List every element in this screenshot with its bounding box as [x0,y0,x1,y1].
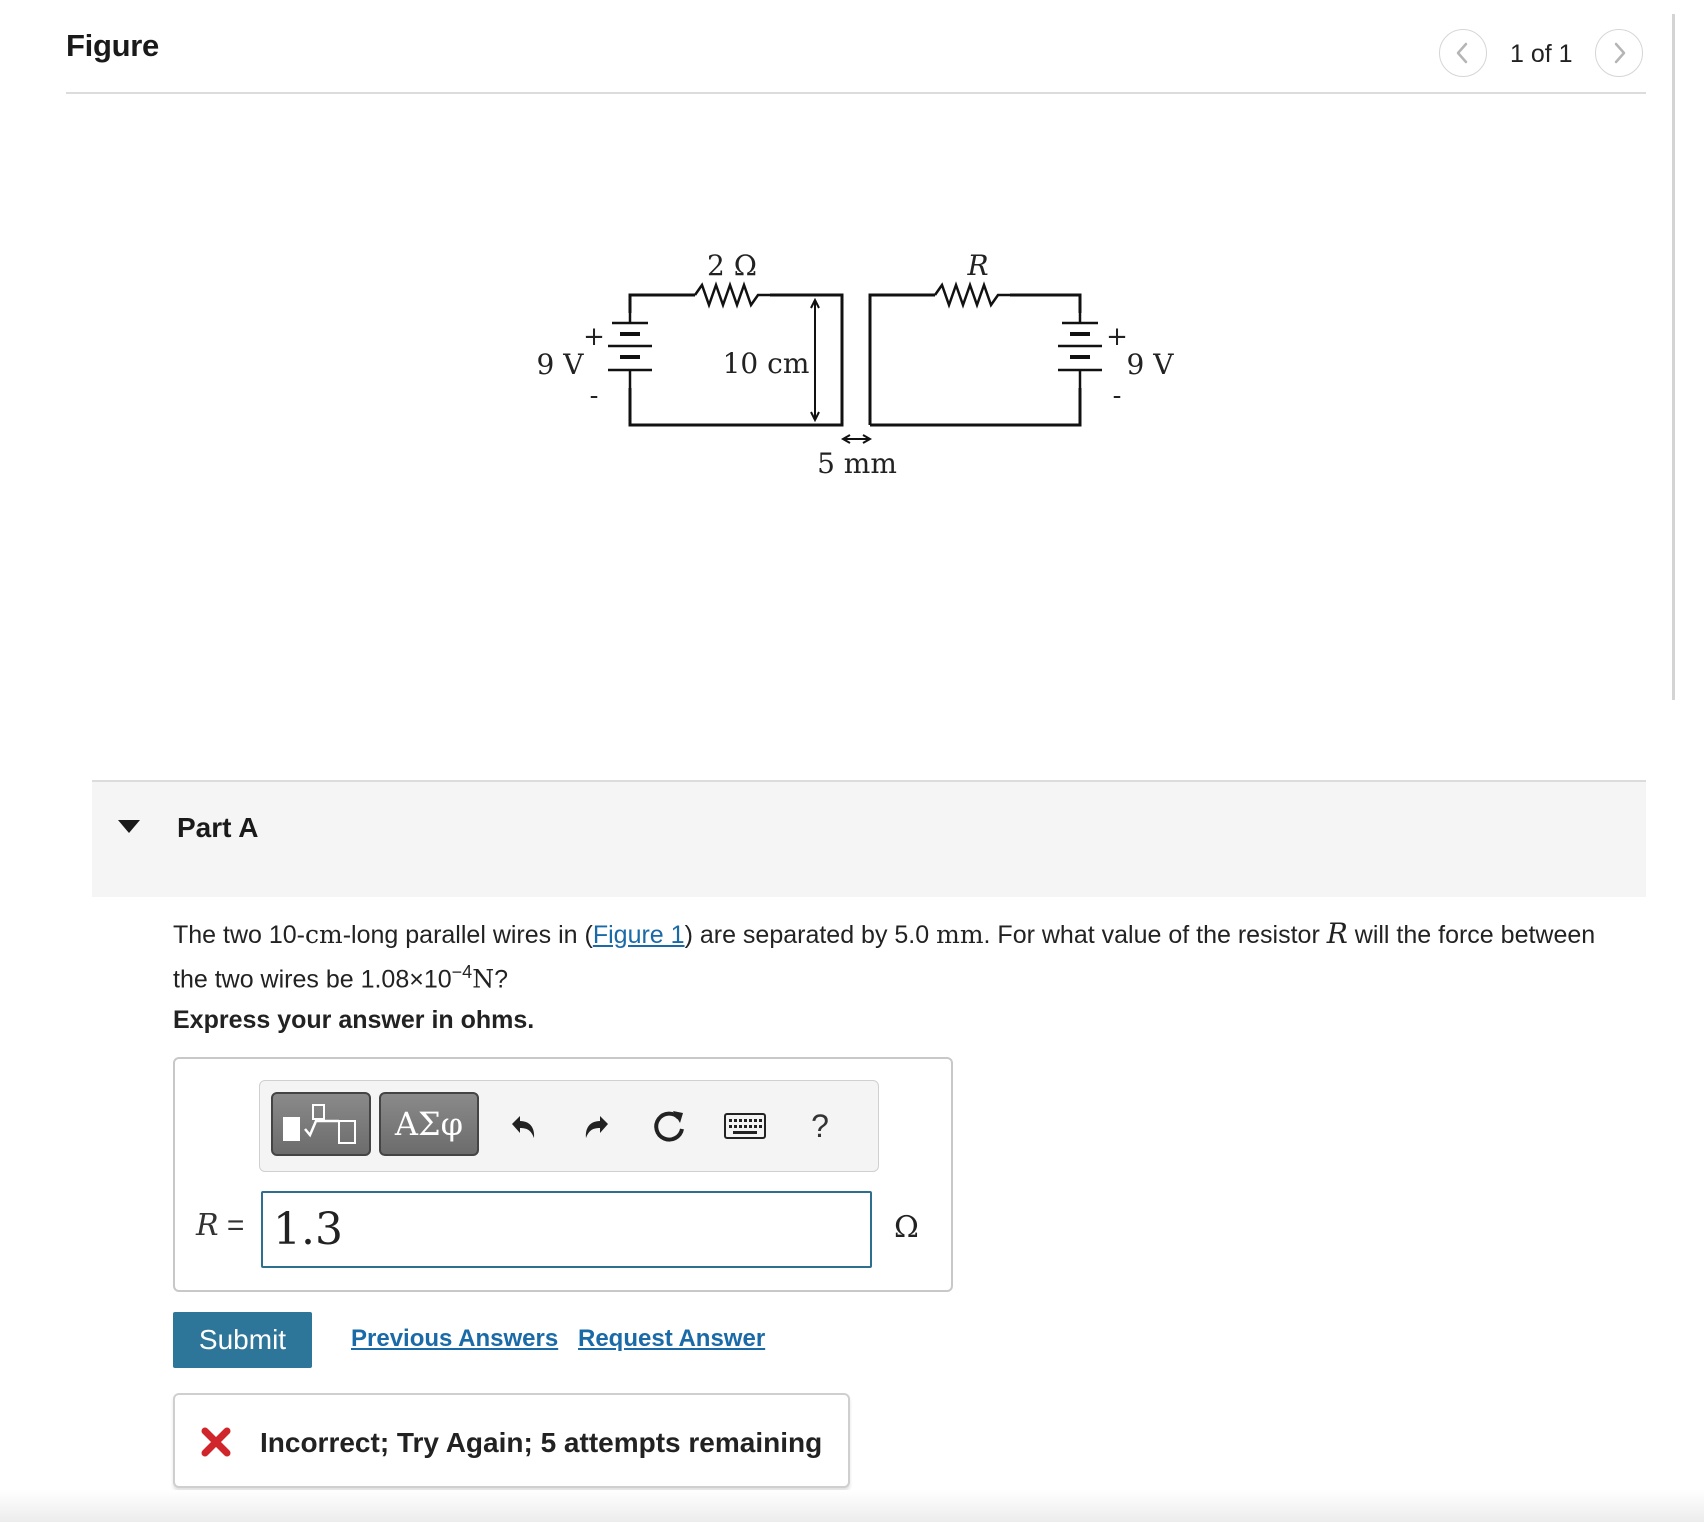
right-resistor [933,281,1010,309]
templates-icon [283,1104,356,1144]
previous-answers-link[interactable]: Previous Answers [351,1325,558,1353]
submit-button[interactable]: Submit [173,1312,312,1368]
answer-variable-label: R = [196,1208,245,1243]
answer-instruction: Express your answer in ohms. [173,1006,535,1034]
templates-button[interactable] [271,1092,371,1156]
page-bottom-edge [0,1490,1704,1522]
wire-length-label: 10 cm [723,347,810,380]
wire-separation-label: 5 mm [817,447,897,480]
right-resistor-label: R [966,249,988,282]
right-battery-minus: - [1113,381,1122,411]
part-header [92,780,1646,897]
left-resistor [693,281,770,309]
figure-title: Figure [66,28,159,63]
help-button[interactable]: ? [800,1104,840,1148]
length-dimension-arrow [810,297,820,423]
next-figure-button[interactable] [1595,29,1643,77]
left-resistor-label: 2 Ω [707,249,757,282]
figure-scrollbar[interactable] [1672,14,1675,700]
x-icon [201,1427,231,1457]
chevron-right-icon [1614,42,1626,64]
previous-figure-button[interactable] [1439,29,1487,77]
reset-icon[interactable] [648,1104,692,1148]
keyboard-icon[interactable] [722,1108,768,1144]
redo-icon[interactable] [576,1104,620,1148]
figure-page-count: 1 of 1 [1510,40,1573,68]
header-divider [66,92,1646,94]
left-battery-voltage-label: 9 V [537,348,585,381]
feedback-message: Incorrect; Try Again; 5 attempts remaini… [260,1427,823,1458]
figure-link[interactable]: Figure 1 [593,921,685,949]
chevron-left-icon [1456,42,1468,64]
right-battery-plus: + [1106,322,1128,352]
right-battery [1058,313,1102,388]
request-answer-link[interactable]: Request Answer [578,1325,765,1353]
right-battery-voltage-label: 9 V [1127,348,1175,381]
question-text: The two 10-cm-long parallel wires in (Fi… [173,917,1596,994]
separation-dimension-arrow [840,434,873,444]
answer-input[interactable] [261,1191,872,1268]
collapse-triangle-icon[interactable] [118,820,140,833]
left-battery-plus: + [583,322,605,352]
greek-symbols-button[interactable]: ΑΣφ [379,1092,479,1156]
circuit-diagram: 2 Ω R 9 V 9 V 10 cm 5 mm + - + - [537,249,1175,480]
right-circuit [868,281,1102,427]
undo-icon[interactable] [500,1104,544,1148]
left-battery [608,313,652,388]
part-title: Part A [177,812,259,843]
left-battery-minus: - [590,381,599,411]
answer-unit-label: Ω [894,1210,919,1245]
